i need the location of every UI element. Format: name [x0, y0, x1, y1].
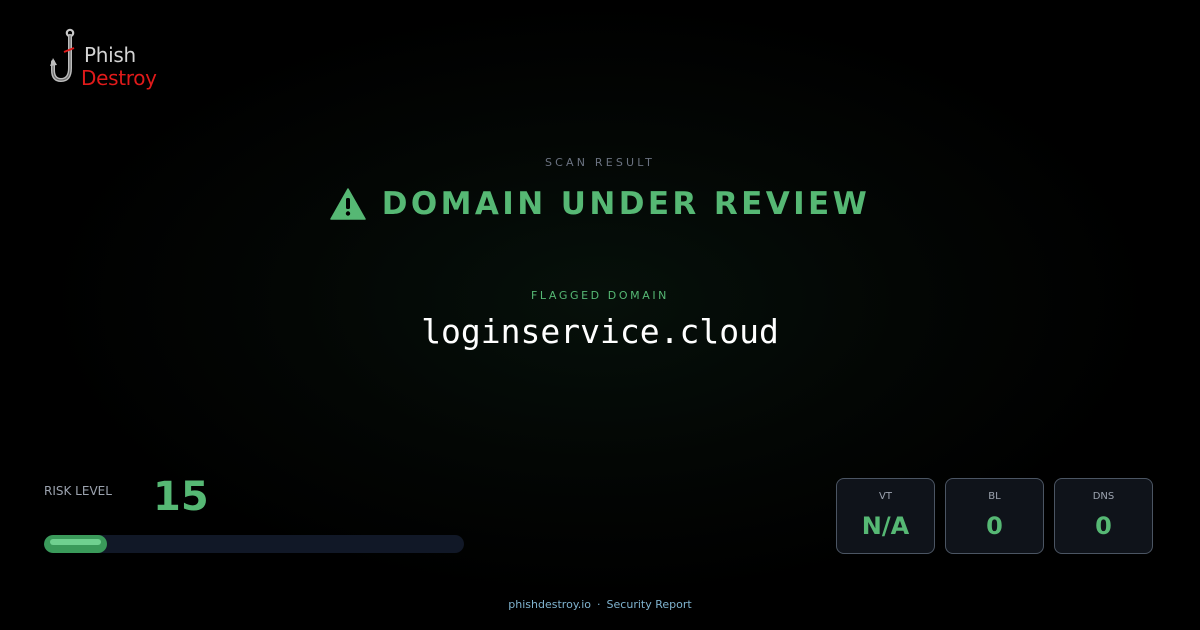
- brand-name-line2: Destroy: [81, 66, 157, 90]
- status-title: DOMAIN UNDER REVIEW: [381, 186, 871, 222]
- risk-level-value: 15: [153, 474, 209, 520]
- stat-key: DNS: [1092, 491, 1115, 502]
- scan-result-eyebrow: SCAN RESULT: [544, 156, 656, 169]
- brand-name-line1: Phish: [84, 43, 136, 67]
- flagged-domain: loginservice.cloud: [421, 312, 779, 351]
- risk-level-label: RISK LEVEL: [44, 484, 112, 498]
- stat-value: 0: [1095, 512, 1112, 540]
- stat-value: N/A: [861, 512, 910, 540]
- status-heading: DOMAIN UNDER REVIEW: [0, 184, 1200, 224]
- stat-boxes: VT N/A BL 0 DNS 0: [836, 478, 1153, 554]
- stat-box-bl: BL 0: [945, 478, 1044, 554]
- warning-triangle-icon: [330, 188, 366, 220]
- flagged-domain-label: FLAGGED DOMAIN: [530, 289, 670, 302]
- fishhook-icon: [50, 28, 75, 83]
- stat-key: BL: [988, 491, 1001, 502]
- risk-bar-fill: [44, 535, 107, 553]
- stat-value: 0: [986, 512, 1003, 540]
- brand-logo: Phish Destroy: [48, 28, 178, 94]
- stat-key: VT: [879, 491, 892, 502]
- footer: phishdestroy.io · Security Report: [0, 598, 1200, 611]
- stat-box-vt: VT N/A: [836, 478, 935, 554]
- footer-separator: ·: [597, 598, 601, 611]
- risk-bar: [44, 535, 464, 553]
- stat-box-dns: DNS 0: [1054, 478, 1153, 554]
- risk-bar-highlight: [50, 539, 101, 545]
- footer-site-link[interactable]: phishdestroy.io: [508, 598, 591, 611]
- footer-report-label: Security Report: [606, 598, 692, 611]
